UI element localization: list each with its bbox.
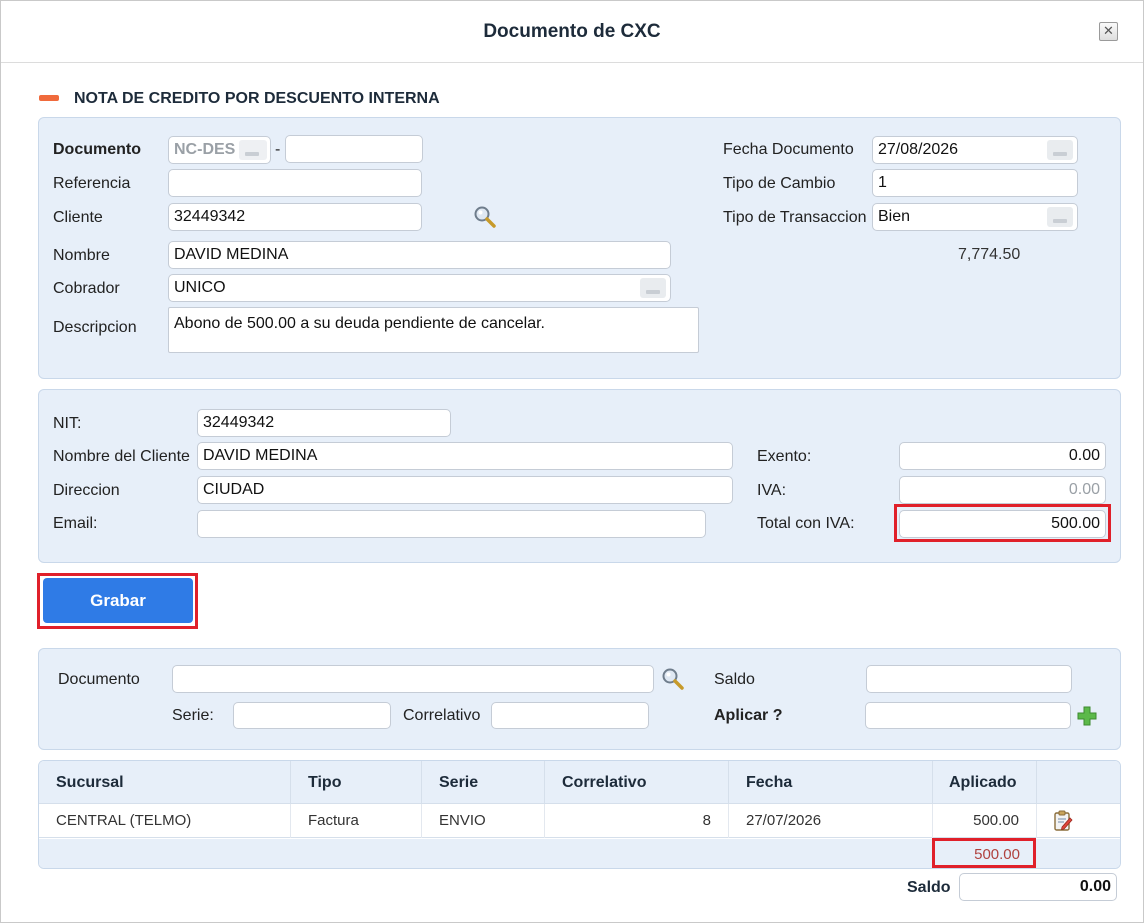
column-header-sucursal[interactable]: Sucursal: [39, 761, 291, 804]
cell-correlativo: 8: [545, 804, 729, 838]
referencia-label: Referencia: [53, 175, 131, 192]
tipo-transaccion-label: Tipo de Transaccion: [723, 209, 867, 226]
fecha-documento-value: 27/08/2026: [878, 141, 959, 158]
calendar-icon[interactable]: [1047, 140, 1073, 160]
balance-amount: 7,774.50: [958, 246, 1021, 263]
cell-tipo: Factura: [291, 804, 422, 838]
documento-label: Documento: [53, 141, 141, 158]
nit-field[interactable]: 32449342: [197, 409, 451, 437]
dialog-title: Documento de CXC: [483, 21, 661, 42]
descripcion-label: Descripcion: [53, 319, 137, 336]
cobrador-select[interactable]: UNICO: [168, 274, 671, 302]
documento-number-field[interactable]: [285, 135, 423, 163]
fecha-documento-field[interactable]: 27/08/2026: [872, 136, 1078, 164]
aplicar-field[interactable]: [865, 702, 1071, 729]
cliente-field[interactable]: 32449342: [168, 203, 422, 231]
exento-label: Exento:: [757, 448, 812, 465]
email-label: Email:: [53, 515, 98, 532]
total-aplicado-highlight: [932, 838, 1036, 868]
document-dialog: Documento de CXC ✕ NOTA DE CREDITO POR D…: [0, 0, 1144, 923]
column-header-fecha[interactable]: Fecha: [729, 761, 933, 804]
section-title: NOTA DE CREDITO POR DESCUENTO INTERNA: [74, 90, 440, 107]
cell-serie: ENVIO: [422, 804, 545, 838]
apply-documento-label: Documento: [58, 671, 140, 688]
exento-field[interactable]: 0.00: [899, 442, 1106, 470]
saldo-footer-label: Saldo: [907, 879, 951, 896]
serie-field[interactable]: [233, 702, 391, 729]
dropdown-arrow-icon[interactable]: [1047, 207, 1073, 227]
cell-sucursal: CENTRAL (TELMO): [39, 804, 291, 838]
saldo-footer-field[interactable]: 0.00: [959, 873, 1117, 901]
documento-dash: -: [275, 141, 281, 158]
search-icon[interactable]: [473, 205, 497, 229]
aplicar-label: Aplicar ?: [714, 707, 783, 724]
tipo-cambio-field[interactable]: 1: [872, 169, 1078, 197]
documento-prefix-value: NC-DES: [174, 141, 236, 158]
apply-documento-field[interactable]: [172, 665, 654, 693]
nombre-cliente-field[interactable]: DAVID MEDINA: [197, 442, 733, 470]
tipo-cambio-label: Tipo de Cambio: [723, 175, 836, 192]
dropdown-arrow-icon[interactable]: [640, 278, 666, 298]
email-field[interactable]: [197, 510, 706, 538]
collapse-icon[interactable]: [39, 95, 59, 101]
dialog-titlebar: Documento de CXC ✕: [1, 1, 1143, 63]
descripcion-textarea[interactable]: Abono de 500.00 a su deuda pendiente de …: [168, 307, 699, 353]
cell-fecha: 27/07/2026: [729, 804, 933, 838]
close-icon[interactable]: ✕: [1099, 22, 1118, 41]
tipo-transaccion-value: Bien: [878, 208, 911, 225]
cobrador-label: Cobrador: [53, 280, 120, 297]
nombre-cliente-label: Nombre del Cliente: [53, 448, 190, 465]
iva-field[interactable]: 0.00: [899, 476, 1106, 504]
dropdown-arrow-icon[interactable]: [239, 140, 267, 160]
apply-panel: [38, 648, 1121, 750]
fecha-documento-label: Fecha Documento: [723, 141, 854, 158]
direccion-field[interactable]: CIUDAD: [197, 476, 733, 504]
column-header-serie[interactable]: Serie: [422, 761, 545, 804]
table-header: Sucursal Tipo Serie Correlativo Fecha Ap…: [39, 761, 1120, 804]
correlativo-field[interactable]: [491, 702, 649, 729]
nombre-field[interactable]: DAVID MEDINA: [168, 241, 671, 269]
total-iva-label: Total con IVA:: [757, 515, 855, 532]
cobrador-value: UNICO: [174, 279, 226, 296]
saldo-field[interactable]: [866, 665, 1072, 693]
column-header-aplicado[interactable]: Aplicado: [933, 761, 1037, 804]
saldo-label: Saldo: [714, 671, 755, 688]
table-row[interactable]: CENTRAL (TELMO) Factura ENVIO 8 27/07/20…: [39, 804, 1120, 838]
correlativo-label: Correlativo: [403, 707, 481, 724]
nombre-label: Nombre: [53, 247, 110, 264]
column-header-tipo[interactable]: Tipo: [291, 761, 422, 804]
search-icon[interactable]: [661, 667, 685, 691]
cell-actions: [1037, 804, 1120, 838]
iva-label: IVA:: [757, 482, 787, 499]
cliente-label: Cliente: [53, 209, 103, 226]
add-icon[interactable]: [1076, 705, 1098, 727]
column-header-actions: [1037, 761, 1120, 804]
nit-label: NIT:: [53, 415, 82, 432]
tipo-transaccion-select[interactable]: Bien: [872, 203, 1078, 231]
referencia-field[interactable]: [168, 169, 422, 197]
column-header-correlativo[interactable]: Correlativo: [545, 761, 729, 804]
direccion-label: Direccion: [53, 482, 120, 499]
documento-prefix-select[interactable]: NC-DES: [168, 136, 271, 164]
edit-clipboard-icon[interactable]: [1053, 810, 1073, 832]
grabar-highlight: [37, 573, 198, 629]
serie-label: Serie:: [172, 707, 214, 724]
total-iva-highlight: [894, 504, 1111, 542]
cell-aplicado: 500.00: [933, 804, 1037, 838]
